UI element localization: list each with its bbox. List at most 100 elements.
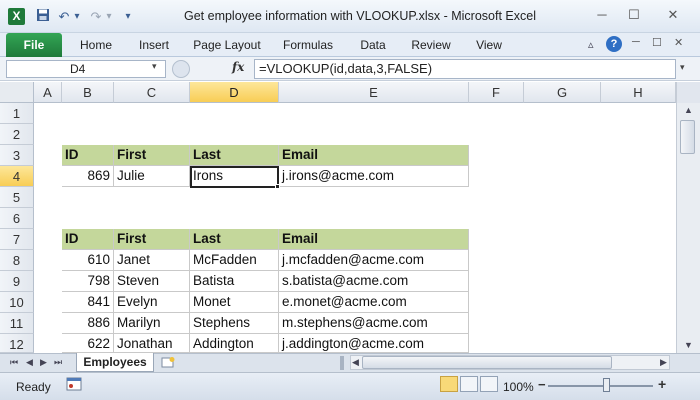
fill-handle[interactable]	[275, 184, 280, 189]
workbook-minimize-button[interactable]: ─	[632, 36, 640, 48]
expand-formula-bar-icon[interactable]: ▾	[680, 62, 685, 73]
row-header-1[interactable]: 1	[0, 103, 34, 124]
sheet-tab-employees[interactable]: Employees	[76, 353, 154, 372]
table-row-cell[interactable]: 622	[62, 334, 114, 353]
tab-formulas[interactable]: Formulas	[276, 33, 340, 57]
horizontal-split-handle[interactable]	[340, 356, 344, 370]
column-header-e[interactable]: E	[279, 82, 469, 103]
vertical-scroll-thumb[interactable]	[680, 120, 695, 154]
row-header-8[interactable]: 8	[0, 250, 34, 271]
table-row-cell[interactable]: Monet	[190, 292, 279, 313]
customize-qa-icon[interactable]: ▾	[122, 8, 134, 26]
table-row-cell[interactable]: Batista	[190, 271, 279, 292]
tab-insert[interactable]: Insert	[130, 33, 178, 57]
lookup-header-first[interactable]: First	[114, 145, 190, 166]
next-sheet-icon[interactable]: ▶	[40, 357, 47, 368]
select-all-corner[interactable]	[0, 82, 34, 103]
column-header-f[interactable]: F	[469, 82, 524, 103]
formula-input[interactable]: =VLOOKUP(id,data,3,FALSE)	[254, 59, 676, 79]
page-layout-view-button[interactable]	[460, 376, 478, 392]
table-row-cell[interactable]: Addington	[190, 334, 279, 353]
excel-app-icon[interactable]: X	[8, 8, 25, 25]
maximize-button[interactable]: ☐	[622, 6, 646, 24]
tab-review[interactable]: Review	[404, 33, 458, 57]
table-row-cell[interactable]: 610	[62, 250, 114, 271]
scroll-left-icon[interactable]: ◀	[352, 357, 359, 368]
redo-icon[interactable]: ↷	[88, 8, 104, 26]
lookup-email-cell[interactable]: j.irons@acme.com	[279, 166, 469, 187]
name-box[interactable]	[6, 60, 166, 78]
column-header-g[interactable]: G	[524, 82, 601, 103]
name-box-dropdown-icon[interactable]: ▾	[152, 61, 157, 72]
row-header-7[interactable]: 7	[0, 229, 34, 250]
column-header-d[interactable]: D	[190, 82, 279, 103]
ribbon-collapse-icon[interactable]: ▵	[588, 38, 594, 51]
row-header-10[interactable]: 10	[0, 292, 34, 313]
table-row-cell[interactable]: McFadden	[190, 250, 279, 271]
column-header-c[interactable]: C	[114, 82, 190, 103]
table-row-cell[interactable]: Evelyn	[114, 292, 190, 313]
lookup-header-last[interactable]: Last	[190, 145, 279, 166]
lookup-id-cell[interactable]: 869	[62, 166, 114, 187]
data-header-id[interactable]: ID	[62, 229, 114, 250]
table-row-cell[interactable]: Janet	[114, 250, 190, 271]
last-sheet-icon[interactable]: ⏭	[54, 357, 62, 368]
tab-view[interactable]: View	[468, 33, 510, 57]
lookup-first-cell[interactable]: Julie	[114, 166, 190, 187]
row-header-3[interactable]: 3	[0, 145, 34, 166]
zoom-level[interactable]: 100%	[503, 380, 534, 394]
zoom-out-button[interactable]: −	[538, 377, 546, 392]
scroll-down-icon[interactable]: ▼	[684, 340, 693, 350]
zoom-slider-track[interactable]	[548, 385, 653, 387]
table-row-cell[interactable]: 841	[62, 292, 114, 313]
row-header-11[interactable]: 11	[0, 313, 34, 334]
tab-page-layout[interactable]: Page Layout	[190, 33, 264, 57]
tab-home[interactable]: Home	[72, 33, 120, 57]
workbook-restore-button[interactable]: ☐	[652, 36, 662, 49]
prev-sheet-icon[interactable]: ◀	[26, 357, 33, 368]
column-header-a[interactable]: A	[34, 82, 62, 103]
normal-view-button[interactable]	[440, 376, 458, 392]
help-icon[interactable]: ?	[606, 36, 622, 52]
data-header-last[interactable]: Last	[190, 229, 279, 250]
file-tab[interactable]: File	[6, 33, 62, 57]
table-row-cell[interactable]: j.mcfadden@acme.com	[279, 250, 469, 271]
column-header-h[interactable]: H	[601, 82, 676, 103]
row-header-9[interactable]: 9	[0, 271, 34, 292]
table-row-cell[interactable]: Stephens	[190, 313, 279, 334]
zoom-slider-knob[interactable]	[603, 378, 610, 392]
scroll-up-icon[interactable]: ▲	[684, 105, 693, 115]
save-icon[interactable]	[34, 8, 52, 26]
row-header-2[interactable]: 2	[0, 124, 34, 145]
column-header-b[interactable]: B	[62, 82, 114, 103]
table-row-cell[interactable]: m.stephens@acme.com	[279, 313, 469, 334]
macro-record-icon[interactable]	[66, 376, 82, 392]
redo-dropdown-icon[interactable]: ▾	[104, 8, 114, 26]
table-row-cell[interactable]: e.monet@acme.com	[279, 292, 469, 313]
page-break-view-button[interactable]	[480, 376, 498, 392]
row-header-6[interactable]: 6	[0, 208, 34, 229]
table-row-cell[interactable]: 798	[62, 271, 114, 292]
table-row-cell[interactable]: j.addington@acme.com	[279, 334, 469, 353]
row-header-5[interactable]: 5	[0, 187, 34, 208]
tab-data[interactable]: Data	[352, 33, 394, 57]
scroll-right-icon[interactable]: ▶	[660, 357, 667, 368]
row-header-4[interactable]: 4	[0, 166, 34, 187]
workbook-close-button[interactable]: ✕	[674, 36, 683, 49]
minimize-button[interactable]: ─	[590, 6, 614, 24]
formula-bar-handle-icon[interactable]	[172, 60, 190, 78]
first-sheet-icon[interactable]: ⏮	[10, 357, 18, 368]
lookup-header-id[interactable]: ID	[62, 145, 114, 166]
table-row-cell[interactable]: Jonathan	[114, 334, 190, 353]
table-row-cell[interactable]: Marilyn	[114, 313, 190, 334]
horizontal-scroll-thumb[interactable]	[362, 356, 612, 369]
data-header-first[interactable]: First	[114, 229, 190, 250]
table-row-cell[interactable]: Steven	[114, 271, 190, 292]
close-button[interactable]: ✕	[658, 6, 688, 24]
vertical-split-handle[interactable]	[676, 82, 700, 103]
data-header-email[interactable]: Email	[279, 229, 469, 250]
undo-dropdown-icon[interactable]: ▾	[72, 8, 82, 26]
undo-icon[interactable]: ↶	[56, 8, 72, 26]
zoom-in-button[interactable]: +	[658, 376, 666, 392]
table-row-cell[interactable]: s.batista@acme.com	[279, 271, 469, 292]
